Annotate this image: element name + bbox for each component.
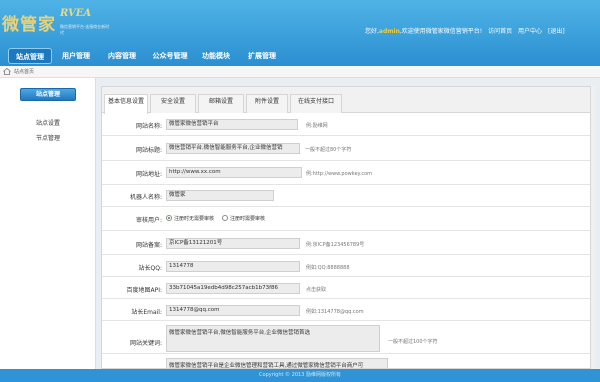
logout-link[interactable]: [退出] [548,28,565,35]
email-hint: 例如:1314778@qq.com [306,309,364,315]
row-keywords: 网站关键词: 微管家微信营销平台,微信智能服务平台,企业微信营销首选 一般不超过… [102,321,594,354]
site-title-label: 网站标题: [135,147,162,154]
review-no-label: 注册时无需要审核 [174,216,215,222]
icp-hint: 例:京ICP备123456789号 [306,242,365,248]
qq-hint: 例如:QQ:8888888 [306,265,350,271]
main-nav: 站点管理 用户管理 内容管理 公众号管理 功能模块 扩展管理 [0,44,600,66]
sidebar-title[interactable]: 站点管理 [20,88,76,101]
keywords-textarea[interactable]: 微管家微信营销平台,微信智能服务平台,企业微信营销首选 [166,325,380,352]
row-qq: 站长QQ: 1314778 例如:QQ:8888888 [102,255,594,277]
nav-official-account-management[interactable]: 公众号管理 [148,48,192,64]
icp-input[interactable]: 京ICP备13121201号 [166,238,300,249]
username: admin [378,28,400,35]
greeting-suffix: ,欢迎使用微管家微信营销平台! [399,28,483,35]
keywords-label: 网站关键词: [129,340,162,347]
icp-label: 网站备案: [135,242,162,249]
row-site-name: 网站名称: 微管家微信营销平台 例:励维网 [102,114,594,136]
site-title-hint: 一般不超过80个字符 [305,147,352,153]
greeting-prefix: 您好, [365,28,379,35]
baidu-api-link[interactable]: 点击获取 [306,286,326,293]
nav-extension-management[interactable]: 扩展管理 [244,48,280,64]
breadcrumb: 站点首页 [0,66,600,78]
row-description: 微管家微信营销平台是企业微信管理和营销工具,通过微管家微信营销平台商户可 [102,354,594,368]
site-title-input[interactable]: 微信营销平台,微信智能服务平台,企业微信营销 [166,143,300,154]
row-baidu-map-api: 百度地图API: 33b71045a19edb4d98c257acb1b73f8… [102,277,594,299]
settings-panel: 基本信息设置 安全设置 邮箱设置 附件设置 在线支付接口 网站名称: 微管家微信… [101,86,595,369]
site-url-hint: 例:http://www.powkey.com [306,171,373,177]
site-url-input[interactable]: http://www.xx.com [166,167,302,178]
nav-user-management[interactable]: 用户管理 [58,48,94,64]
settings-tabs: 基本信息设置 安全设置 邮箱设置 附件设置 在线支付接口 [102,87,594,114]
site-name-hint: 例:励维网 [306,123,328,129]
home-icon [3,68,11,75]
home-link[interactable]: 访问首页 [488,28,512,35]
vertical-scrollbar[interactable] [590,86,595,369]
user-greeting: 您好,admin,欢迎使用微管家微信营销平台! 访问首页 用户中心 [退出] [365,26,565,35]
user-center-link[interactable]: 用户中心 [518,28,542,35]
nav-site-management[interactable]: 站点管理 [8,48,52,64]
review-yes-label: 注册时需要审核 [230,216,266,222]
tab-attachments[interactable]: 附件设置 [246,94,288,113]
nav-function-modules[interactable]: 功能模块 [198,48,234,64]
tab-security[interactable]: 安全设置 [150,94,196,113]
logo-text: 微管家 [2,15,56,35]
keywords-hint: 一般不超过100个字符 [388,339,438,345]
top-header: 微管家 RVEA 微信营销平台·连接商业新时代 您好,admin,欢迎使用微管家… [0,0,600,66]
footer: Copyright © 2013 励维网版权所有 [0,369,600,382]
review-users-label: 审核用户: [135,217,162,224]
qq-label: 站长QQ: [138,265,162,272]
breadcrumb-text[interactable]: 站点首页 [14,68,34,75]
logo-subtitle: 微信营销平台·连接商业新时代 [60,24,110,35]
robot-name-input[interactable]: 微管家 [166,190,274,201]
row-site-url: 网站地址: http://www.xx.com 例:http://www.pow… [102,161,594,185]
logo-english-text: RVEA [60,8,92,19]
row-robot-name: 机器人名称: 微管家 [102,185,594,207]
site-url-label: 网站地址: [135,171,162,178]
logo[interactable]: 微管家 RVEA 微信营销平台·连接商业新时代 [0,8,110,38]
row-email: 站长Email: 1314778@qq.com 例如:1314778@qq.co… [102,299,594,321]
baidu-api-label: 百度地图API: [126,287,162,294]
review-yes-radio[interactable] [222,215,228,221]
robot-name-label: 机器人名称: [129,194,162,201]
baidu-api-input[interactable]: 33b71045a19edb4d98c257acb1b73f86 [166,283,300,294]
row-site-title: 网站标题: 微信营销平台,微信智能服务平台,企业微信营销 一般不超过80个字符 [102,136,594,161]
site-name-label: 网站名称: [135,123,162,130]
tab-basic-info[interactable]: 基本信息设置 [104,94,148,114]
email-label: 站长Email: [131,309,162,316]
sidebar-item-node-management[interactable]: 节点管理 [0,133,96,142]
site-name-input[interactable]: 微管家微信营销平台 [166,119,298,130]
qq-input[interactable]: 1314778 [166,261,300,272]
nav-content-management[interactable]: 内容管理 [104,48,140,64]
review-no-radio[interactable] [166,215,172,221]
row-review-users: 审核用户: 注册时无需要审核 注册时需要审核 [102,207,594,231]
description-textarea[interactable]: 微管家微信营销平台是企业微信管理和营销工具,通过微管家微信营销平台商户可 [166,358,388,368]
sidebar: 站点管理 站点设置 节点管理 [0,78,96,369]
tab-email[interactable]: 邮箱设置 [198,94,244,113]
email-input[interactable]: 1314778@qq.com [166,305,300,316]
sidebar-item-site-settings[interactable]: 站点设置 [0,118,96,127]
tab-online-payment[interactable]: 在线支付接口 [290,94,342,113]
row-icp: 网站备案: 京ICP备13121201号 例:京ICP备123456789号 [102,231,594,255]
